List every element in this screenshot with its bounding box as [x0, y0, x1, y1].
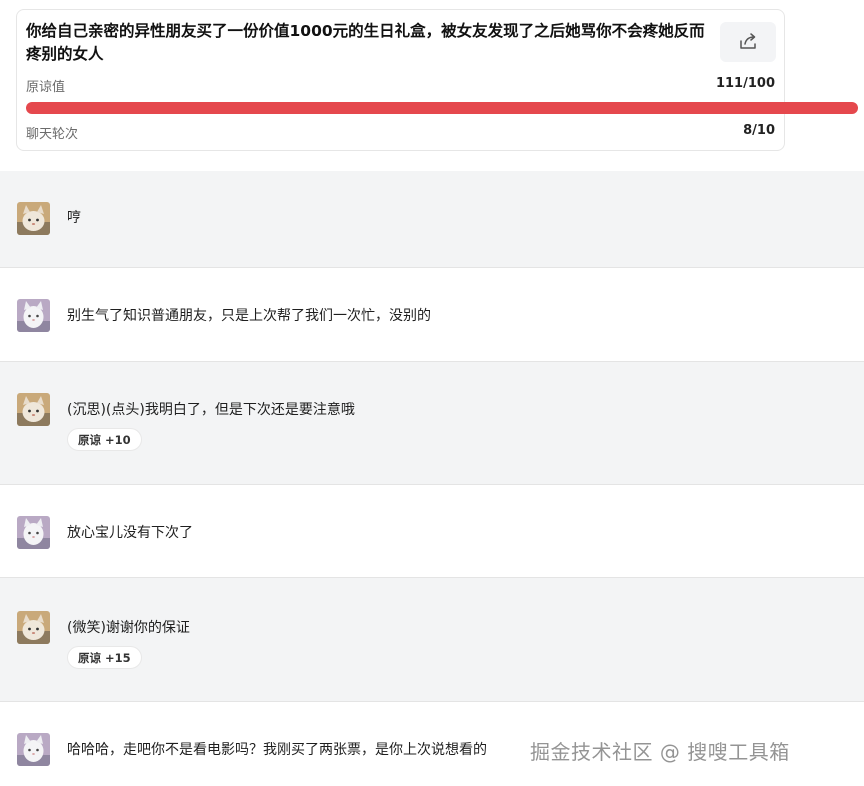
chat-page: 你给自己亲密的异性朋友买了一份价值1000元的生日礼盒，被女友发现了之后她骂你不…	[0, 0, 864, 786]
forgiveness-progress-bar	[26, 102, 858, 114]
share-icon	[740, 33, 756, 49]
message-row: 哼	[0, 171, 864, 267]
scenario-card: 你给自己亲密的异性朋友买了一份价值1000元的生日礼盒，被女友发现了之后她骂你不…	[16, 9, 858, 151]
forgiveness-badge: 原谅 +10	[67, 428, 142, 451]
message-text: (微笑)谢谢你的保证	[67, 620, 190, 636]
message-text: 别生气了知识普通朋友，只是上次帮了我们一次忙，没别的	[67, 308, 431, 324]
message-row: 放心宝儿没有下次了	[0, 485, 864, 577]
badge-delta: +15	[105, 650, 131, 665]
badge-delta: +10	[105, 432, 131, 447]
cat-avatar-orange	[17, 202, 50, 235]
forgiveness-label: 原谅值	[26, 80, 66, 95]
message-text: 哈哈哈，走吧你不是看电影吗？我刚买了两张票，是你上次说想看的	[67, 742, 487, 758]
cat-avatar-white	[17, 299, 50, 332]
rounds-label: 聊天轮次	[26, 127, 79, 142]
rounds-value: 8/10	[743, 123, 775, 138]
message-row: (微笑)谢谢你的保证 原谅 +15	[0, 578, 864, 701]
watermark-text: 掘金技术社区 @ 搜嗖工具箱	[530, 740, 790, 764]
forgiveness-badge: 原谅 +15	[67, 646, 142, 669]
cat-avatar-white	[17, 516, 50, 549]
message-row: 别生气了知识普通朋友，只是上次帮了我们一次忙，没别的	[0, 268, 864, 361]
cat-avatar-white	[17, 733, 50, 766]
message-text: (沉思)(点头)我明白了，但是下次还是要注意哦	[67, 402, 355, 418]
forgiveness-value: 111/100	[715, 76, 775, 91]
share-button[interactable]	[720, 22, 776, 62]
message-row: (沉思)(点头)我明白了，但是下次还是要注意哦 原谅 +10	[0, 362, 864, 484]
cat-avatar-orange	[17, 611, 50, 644]
message-text: 放心宝儿没有下次了	[67, 525, 193, 541]
message-text: 哼	[67, 210, 81, 226]
badge-label: 原谅	[78, 432, 101, 447]
cat-avatar-orange	[17, 393, 50, 426]
scenario-title: 你给自己亲密的异性朋友买了一份价值1000元的生日礼盒，被女友发现了之后她骂你不…	[26, 22, 705, 63]
badge-label: 原谅	[78, 650, 101, 665]
